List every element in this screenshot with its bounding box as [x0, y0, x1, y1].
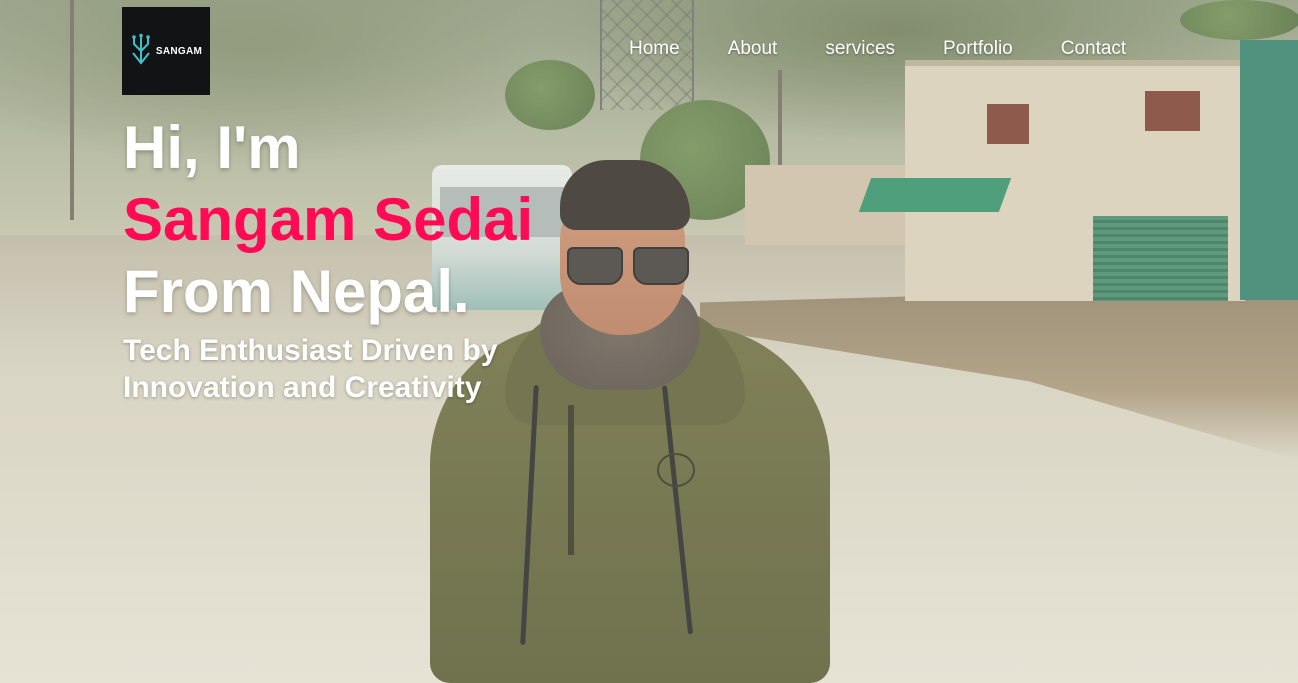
hero-tagline-line2: Innovation and Creativity: [123, 371, 482, 404]
nav-contact-link[interactable]: Contact: [1061, 38, 1126, 64]
nav-portfolio-link[interactable]: Portfolio: [943, 38, 1013, 64]
hero-tagline: Tech Enthusiast Driven by Innovation and…: [123, 332, 533, 406]
nav-home-link[interactable]: Home: [629, 38, 680, 64]
hero-origin: From Nepal.: [123, 258, 470, 325]
hero-name: Sangam Sedai: [123, 186, 534, 253]
nav-about-link[interactable]: About: [728, 38, 778, 64]
tree-circuit-icon: [130, 33, 152, 70]
hero-tagline-line1: Tech Enthusiast Driven by: [123, 334, 498, 367]
site-logo[interactable]: SANGAM: [122, 7, 210, 95]
nav-services-link[interactable]: services: [825, 38, 895, 64]
main-nav: Home About services Portfolio Contact: [629, 38, 1126, 64]
hero-text: Hi, I'm Sangam Sedai From Nepal. Tech En…: [123, 112, 533, 406]
logo-text: SANGAM: [155, 45, 203, 57]
hero-greeting: Hi, I'm: [123, 114, 301, 181]
logo-inner: SANGAM: [130, 33, 202, 70]
